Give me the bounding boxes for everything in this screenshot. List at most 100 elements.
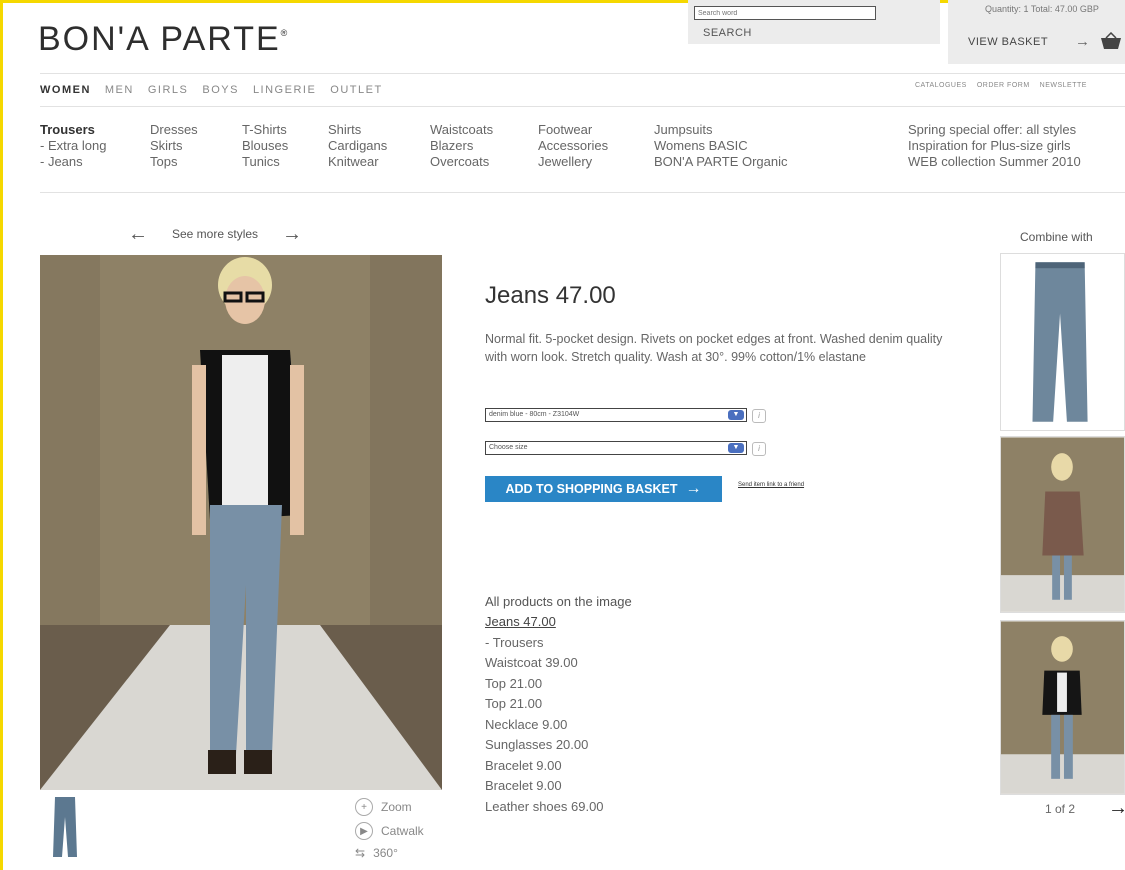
zoom-button[interactable]: + Zoom [355,798,412,816]
category-womens-basic[interactable]: Womens BASIC [654,138,788,154]
category-blazers[interactable]: Blazers [430,138,493,154]
header-divider [40,73,1125,74]
nav-women[interactable]: WOMEN [40,84,91,96]
thumbnail-jeans[interactable] [52,797,78,857]
product-main-image[interactable] [40,255,442,790]
category-dresses[interactable]: Dresses [150,122,198,138]
nav-divider [40,106,1125,107]
see-more-styles-label: See more styles [172,227,259,241]
category-footwear[interactable]: Footwear [538,122,608,138]
brand-logo[interactable]: BON'A PARTE® [38,20,289,59]
registered-mark: ® [280,28,290,38]
frame-left-border [0,0,3,870]
size-select[interactable]: Choose size ▼ [485,441,747,455]
list-item[interactable]: Necklace 9.00 [485,715,604,736]
basket-arrow-icon[interactable]: → [1075,33,1090,50]
color-info-icon[interactable]: i [752,409,766,423]
send-to-friend-link[interactable]: Send item link to a friend [738,482,804,488]
rotate-360-button[interactable]: ⇆ 360° [355,846,398,860]
category-skirts[interactable]: Skirts [150,138,198,154]
category-extra-long[interactable]: - Extra long [40,138,106,154]
all-products-list: Jeans 47.00 - Trousers Waistcoat 39.00 T… [485,612,604,817]
catwalk-label: Catwalk [381,824,424,838]
list-item[interactable]: Waistcoat 39.00 [485,653,604,674]
category-blouses[interactable]: Blouses [242,138,288,154]
product-description: Normal fit. 5-pocket design. Rivets on p… [485,332,943,364]
list-item[interactable]: Bracelet 9.00 [485,776,604,797]
rotate-icon: ⇆ [355,846,366,860]
list-item[interactable]: Top 21.00 [485,674,604,695]
catalogues-link[interactable]: CATALOGUES [915,82,967,89]
category-column-1: Trousers - Extra long - Jeans [40,122,106,170]
promo-web-collection[interactable]: WEB collection Summer 2010 [908,154,1081,170]
category-jewellery[interactable]: Jewellery [538,154,608,170]
chevron-down-icon: ▼ [728,443,744,453]
list-item[interactable]: Jeans 47.00 [485,612,604,633]
category-jeans[interactable]: - Jeans [40,154,106,170]
category-knitwear[interactable]: Knitwear [328,154,387,170]
search-button[interactable]: SEARCH [703,27,752,39]
nav-girls[interactable]: GIRLS [148,84,189,96]
view-basket-link[interactable]: VIEW BASKET [968,36,1048,48]
chevron-down-icon: ▼ [728,410,744,420]
category-waistcoats[interactable]: Waistcoats [430,122,493,138]
category-column-2: Dresses Skirts Tops [150,122,198,170]
style-browser: ← See more styles → [128,224,302,244]
category-jumpsuits[interactable]: Jumpsuits [654,122,788,138]
category-shirts[interactable]: Shirts [328,122,387,138]
next-page-arrow-icon[interactable]: → [1108,797,1125,820]
rotate-label: 360° [373,846,398,860]
basket-icon[interactable] [1100,32,1122,50]
combine-item-dress-outfit[interactable] [1000,436,1125,613]
combine-with-label: Combine with [1020,230,1093,244]
category-tunics[interactable]: Tunics [242,154,288,170]
basket-summary: Quantity: 1 Total: 47.00 GBP [985,4,1099,14]
order-form-link[interactable]: ORDER FORM [977,82,1030,89]
promo-spring-offer[interactable]: Spring special offer: all styles [908,122,1081,138]
category-column-6: Footwear Accessories Jewellery [538,122,608,170]
category-organic[interactable]: BON'A PARTE Organic [654,154,788,170]
category-column-3: T-Shirts Blouses Tunics [242,122,288,170]
add-to-basket-button[interactable]: ADD TO SHOPPING BASKET → [485,476,722,502]
search-input[interactable] [694,6,876,20]
prev-style-arrow-icon[interactable]: ← [128,224,148,244]
product-title: Jeans 47.00 [485,282,616,309]
category-tops[interactable]: Tops [150,154,198,170]
newsletter-link[interactable]: NEWSLETTE [1040,82,1087,89]
size-info-icon[interactable]: i [752,442,766,456]
arrow-right-icon: → [685,480,702,497]
category-column-4: Shirts Cardigans Knitwear [328,122,387,170]
promo-plus-size[interactable]: Inspiration for Plus-size girls [908,138,1081,154]
nav-men[interactable]: MEN [105,84,134,96]
size-select-value: Choose size [489,444,528,451]
category-column-5: Waistcoats Blazers Overcoats [430,122,493,170]
category-t-shirts[interactable]: T-Shirts [242,122,288,138]
combine-item-jeans[interactable] [1000,253,1125,431]
logo-text: BON'A PARTE [38,20,281,58]
nav-boys[interactable]: BOYS [202,84,239,96]
category-column-7: Jumpsuits Womens BASIC BON'A PARTE Organ… [654,122,788,170]
catwalk-button[interactable]: ▶ Catwalk [355,822,424,840]
category-accessories[interactable]: Accessories [538,138,608,154]
all-products-heading: All products on the image [485,594,632,609]
combine-item-blazer-outfit[interactable] [1000,620,1125,795]
category-cardigans[interactable]: Cardigans [328,138,387,154]
nav-lingerie[interactable]: LINGERIE [253,84,316,96]
play-icon: ▶ [355,822,373,840]
zoom-icon: + [355,798,373,816]
list-item[interactable]: Bracelet 9.00 [485,756,604,777]
combine-pager: 1 of 2 [1045,802,1076,816]
list-item[interactable]: - Trousers [485,633,604,654]
list-item[interactable]: Sunglasses 20.00 [485,735,604,756]
main-nav: WOMEN MEN GIRLS BOYS LINGERIE OUTLET [40,84,383,96]
color-select[interactable]: denim blue - 80cm - Z3104W ▼ [485,408,747,422]
add-to-basket-label: ADD TO SHOPPING BASKET [505,482,678,496]
list-item[interactable]: Leather shoes 69.00 [485,797,604,818]
next-style-arrow-icon[interactable]: → [282,224,302,244]
category-trousers[interactable]: Trousers [40,122,106,138]
list-item[interactable]: Top 21.00 [485,694,604,715]
nav-outlet[interactable]: OUTLET [330,84,382,96]
zoom-label: Zoom [381,800,412,814]
category-column-8: Spring special offer: all styles Inspira… [908,122,1081,170]
category-overcoats[interactable]: Overcoats [430,154,493,170]
